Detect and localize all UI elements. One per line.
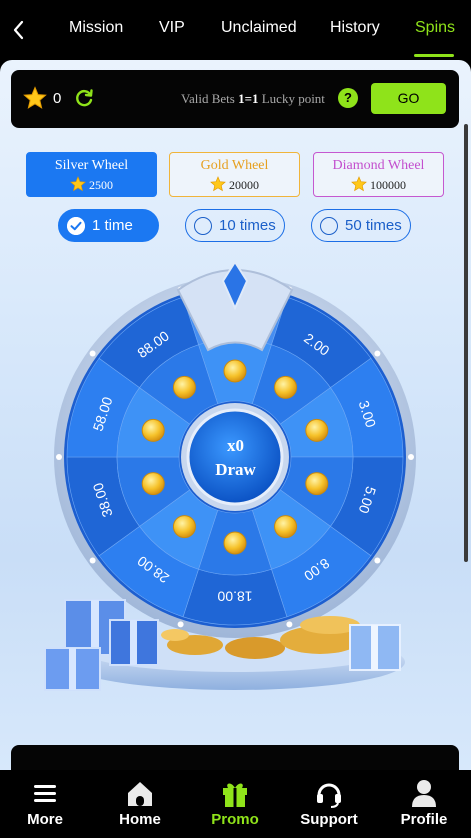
radio-empty-icon (194, 217, 212, 235)
home-icon (128, 782, 152, 806)
wheel-tab-name: Gold Wheel (200, 158, 269, 173)
help-icon[interactable]: ? (338, 88, 358, 108)
coin-icon (141, 418, 165, 442)
radio-empty-icon (320, 217, 338, 235)
coin-icon (305, 472, 329, 496)
wheel-tab-cost: 2500 (27, 176, 156, 193)
rim-light (89, 350, 96, 357)
wheel-tab-name: Silver Wheel (54, 158, 129, 173)
coin-icon (141, 472, 165, 496)
rim-light (177, 621, 184, 628)
diamond-wheel-tab[interactable]: Diamond Wheel 100000 (313, 152, 444, 197)
tab-bar: Mission VIP Unclaimed History Spins (0, 0, 471, 60)
silver-wheel-tab[interactable]: Silver Wheel 2500 (26, 152, 157, 197)
rim-light (374, 350, 381, 357)
lucky-point-bar: 0 Valid Bets 1=1 Lucky point ? GO (11, 70, 459, 128)
star-count: 0 (53, 90, 62, 107)
prize-wheel: 1.002.003.005.008.0018.0028.0038.0058.00… (0, 250, 471, 710)
nav-label: Support (300, 811, 358, 828)
coin-icon (172, 375, 196, 399)
valid-bets-prefix: Valid Bets (181, 91, 239, 106)
nav-profile[interactable]: Profile (384, 770, 464, 838)
valid-bets-info: Valid Bets 1=1 Lucky point (181, 91, 325, 107)
times-label: 1 time (92, 217, 133, 234)
star-icon (351, 176, 367, 192)
tab-mission[interactable]: Mission (69, 19, 123, 37)
top-nav: Mission VIP Unclaimed History Spins (0, 0, 471, 60)
nav-more[interactable]: More (5, 770, 85, 838)
gift-box-right-icon (349, 624, 401, 671)
coin-icon (305, 418, 329, 442)
nav-label: Promo (211, 811, 259, 828)
ratio-text: 1=1 (238, 91, 259, 106)
draw-button[interactable] (189, 402, 281, 494)
wheel-tab-cost: 100000 (314, 176, 443, 193)
wheel-tab-name: Diamond Wheel (332, 158, 425, 173)
rim-light (374, 557, 381, 564)
lucky-point-label: Lucky point (258, 91, 325, 106)
go-button[interactable]: GO (371, 83, 446, 114)
bottom-nav: More Home Promo Support Profile (0, 770, 471, 838)
wheel-tab-cost-value: 100000 (370, 178, 406, 192)
refresh-icon[interactable] (73, 87, 95, 109)
coin-icon (172, 515, 196, 539)
tab-vip[interactable]: VIP (159, 19, 185, 37)
star-icon (70, 176, 86, 192)
star-icon (23, 86, 47, 109)
tab-unclaimed[interactable]: Unclaimed (221, 19, 297, 37)
nav-promo[interactable]: Promo (195, 770, 275, 838)
coin-icon (223, 359, 247, 383)
times-option-10[interactable]: 10 times (185, 209, 285, 242)
menu-icon (34, 785, 56, 802)
tab-history[interactable]: History (330, 19, 380, 37)
coin-icon (274, 515, 298, 539)
nav-label: Home (119, 811, 161, 828)
times-label: 50 times (345, 217, 402, 234)
wheel-tab-cost: 20000 (170, 176, 299, 193)
star-icon (210, 176, 226, 192)
coin-icon (274, 375, 298, 399)
user-icon (412, 780, 436, 807)
headset-icon (317, 783, 341, 808)
nav-label: More (27, 811, 63, 828)
wheel-tab-cost-value: 20000 (229, 178, 259, 192)
rim-light (286, 621, 293, 628)
times-option-50[interactable]: 50 times (311, 209, 411, 242)
gift-icon (223, 783, 247, 807)
nav-support[interactable]: Support (289, 770, 369, 838)
tab-spins[interactable]: Spins (415, 19, 455, 37)
check-circle-icon (67, 217, 85, 235)
nav-home[interactable]: Home (100, 770, 180, 838)
rim-light (56, 454, 62, 460)
nav-label: Profile (400, 811, 448, 828)
bottom-info-panel (11, 745, 459, 770)
times-label: 10 times (219, 217, 276, 234)
rim-light (89, 557, 96, 564)
active-tab-indicator (414, 54, 454, 57)
gold-wheel-tab[interactable]: Gold Wheel 20000 (169, 152, 300, 197)
coin-icon (223, 531, 247, 555)
rim-light (408, 454, 414, 460)
wheel-tab-cost-value: 2500 (89, 178, 113, 192)
wheel-prize-label: 18.00 (217, 588, 252, 604)
times-option-1[interactable]: 1 time (58, 209, 159, 242)
